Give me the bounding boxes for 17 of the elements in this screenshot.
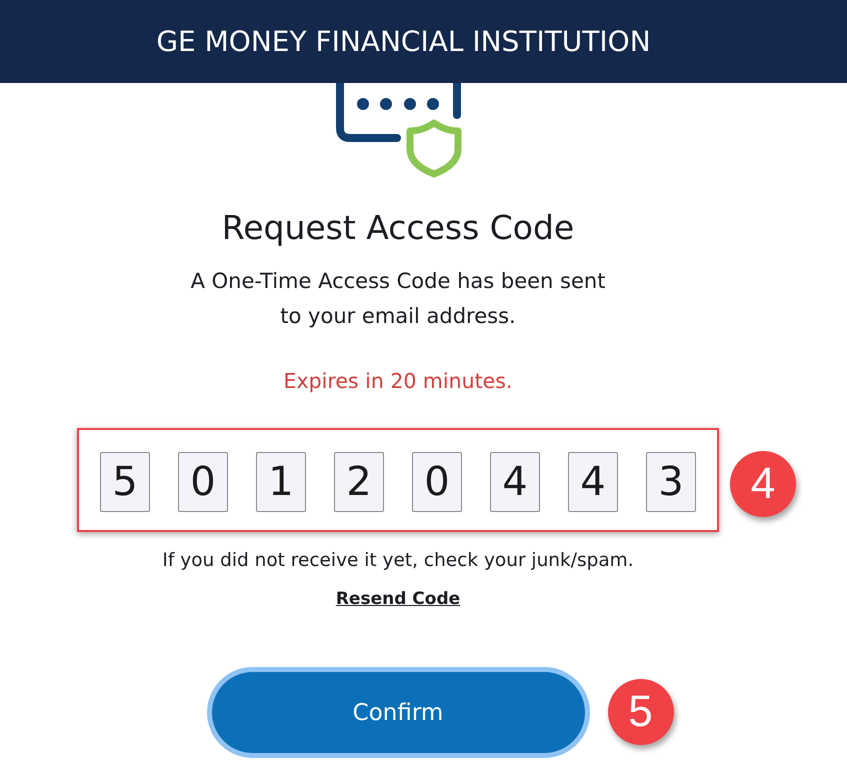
code-digit-field[interactable]: 4 [568,452,618,512]
code-digit-field[interactable]: 1 [256,452,306,512]
code-digit-field[interactable]: 2 [334,452,384,512]
step-badge: 4 [730,451,796,517]
code-digit-field[interactable]: 3 [646,452,696,512]
spam-hint: If you did not receive it yet, check your junk/spam. [162,549,634,573]
step-badge: 5 [608,679,674,745]
code-digit-field[interactable]: 0 [178,452,228,512]
code-digit-field[interactable]: 4 [490,452,540,512]
code-digit-field[interactable]: 0 [412,452,462,512]
institution-title: GE MONEY FINANCIAL INSTITUTION [156,25,651,58]
expiry-notice: Expires in 20 minutes. [284,368,512,395]
page-heading: Request Access Code [222,208,574,248]
sent-message: A One-Time Access Code has been sent to your email address. [190,268,606,330]
code-digit-field[interactable]: 5 [100,452,150,512]
resend-code-link[interactable]: Resend Code [336,586,460,612]
confirm-button[interactable]: Confirm [206,667,590,758]
